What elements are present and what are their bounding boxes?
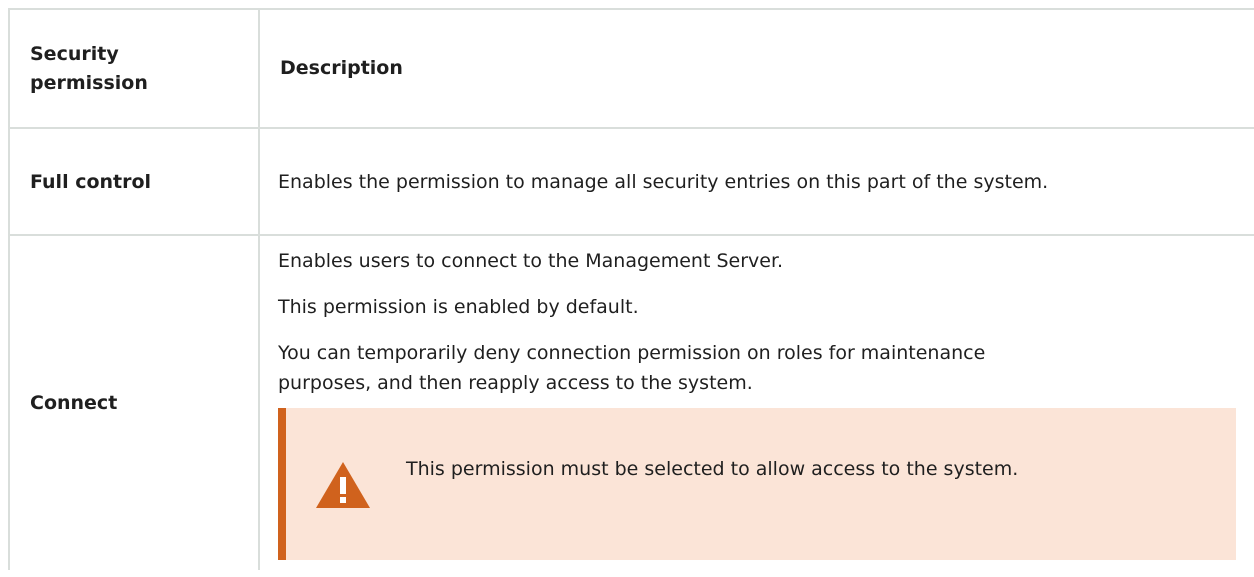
table-header-row: Security permission Description xyxy=(8,8,1254,129)
header-security-permission: Security permission xyxy=(8,8,260,129)
permission-description-full-control: Enables the permission to manage all sec… xyxy=(258,127,1254,236)
description-paragraph: Enables users to connect to the Manageme… xyxy=(278,250,784,272)
security-permissions-table: Security permission Description Full con… xyxy=(8,8,1254,570)
table-row: Full control Enables the permission to m… xyxy=(8,127,1254,236)
header-description: Description xyxy=(258,8,1254,129)
permission-description-connect: Enables users to connect to the Manageme… xyxy=(258,234,1254,570)
description-paragraph: This permission is enabled by default. xyxy=(278,296,639,318)
warning-callout: This permission must be selected to allo… xyxy=(278,408,1236,560)
description-paragraph: You can temporarily deny connection perm… xyxy=(278,342,986,394)
permission-name-connect: Connect xyxy=(8,234,260,570)
warning-icon xyxy=(316,462,370,508)
table-row: Connect Enables users to connect to the … xyxy=(8,234,1254,570)
warning-text: This permission must be selected to allo… xyxy=(406,458,1019,480)
permission-name-full-control: Full control xyxy=(8,127,260,236)
